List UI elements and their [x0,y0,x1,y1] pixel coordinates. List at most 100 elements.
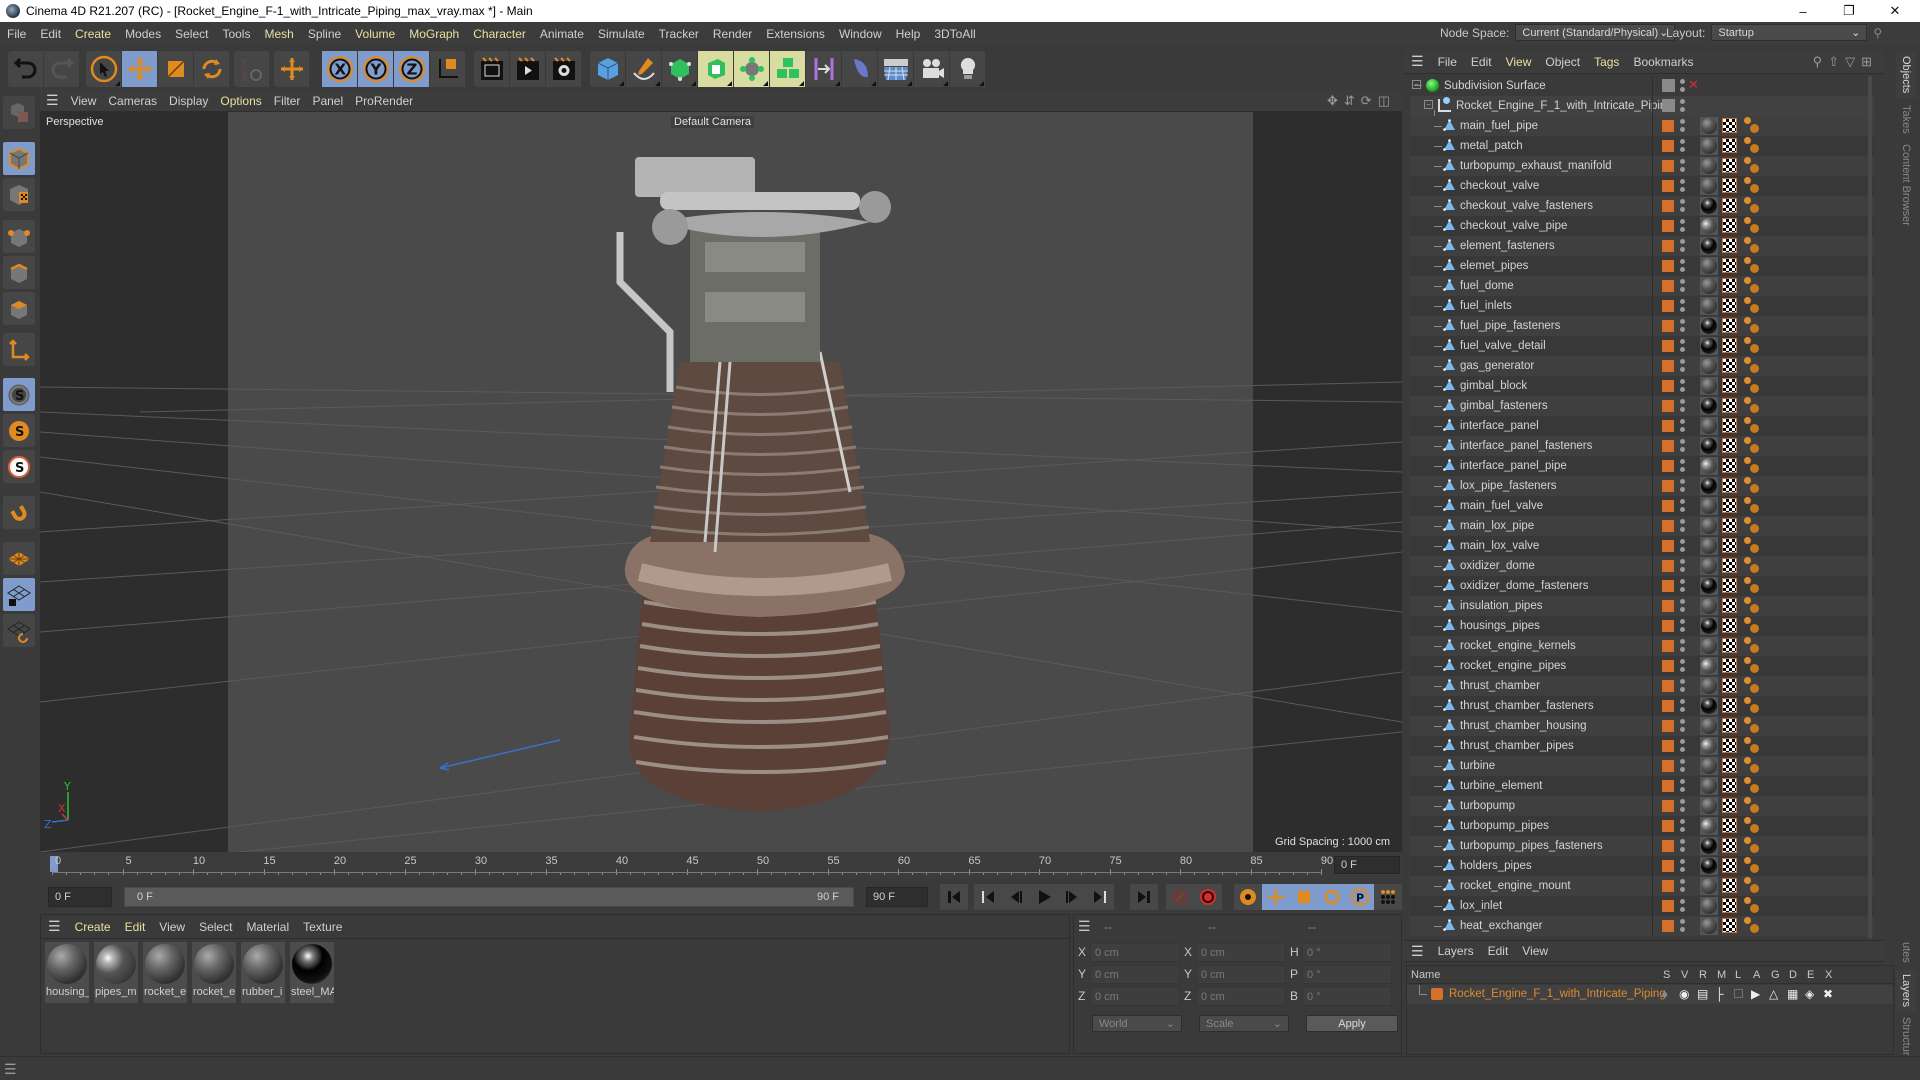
object-row[interactable]: holders_pipes [1410,856,1874,876]
uvw-tag-icon[interactable] [1722,658,1737,673]
uvw-tag-icon[interactable] [1722,458,1737,473]
object-row-group[interactable]: − Rocket_Engine_F_1_with_Intricate_Pipin… [1410,96,1874,116]
rotation-field[interactable]: 0 ° [1302,943,1392,962]
visibility-dots[interactable] [1680,138,1685,154]
uvw-tag-icon[interactable] [1722,198,1737,213]
uvw-tag-icon[interactable] [1722,358,1737,373]
material-swatch[interactable]: housing_ [45,942,89,1003]
undo-button[interactable] [8,51,44,87]
disabled-x-icon[interactable]: ✕ [1688,77,1699,93]
material-tag-icon[interactable] [1700,397,1718,415]
uvw-tag-icon[interactable] [1722,638,1737,653]
position-field[interactable]: 0 cm [1090,965,1180,984]
uvw-tag-icon[interactable] [1722,278,1737,293]
layer-color-swatch[interactable] [1662,820,1674,832]
menu-mograph[interactable]: MoGraph [402,27,466,41]
key-pla-button[interactable] [1374,884,1402,910]
layer-color-swatch[interactable] [1662,420,1674,432]
visibility-dots[interactable] [1680,278,1685,294]
layer-color-swatch[interactable] [1662,720,1674,732]
visibility-dots[interactable] [1680,318,1685,334]
uvw-tag-icon[interactable] [1722,718,1737,733]
object-row[interactable]: checkout_valve_fasteners [1410,196,1874,216]
close-button[interactable]: ✕ [1872,0,1918,22]
phong-tag-icon[interactable] [1744,877,1760,895]
goto-end-button[interactable] [1130,884,1158,910]
material-tag-icon[interactable] [1700,197,1718,215]
phong-tag-icon[interactable] [1744,437,1760,455]
object-row[interactable]: turbine [1410,756,1874,776]
visibility-dots[interactable] [1680,258,1685,274]
object-row[interactable]: main_fuel_valve [1410,496,1874,516]
visibility-dots[interactable] [1680,518,1685,534]
visibility-dots[interactable] [1680,778,1685,794]
material-tag-icon[interactable] [1700,637,1718,655]
animation-play-icon[interactable]: ▶ [1751,987,1760,1001]
visibility-dots[interactable] [1680,458,1685,474]
object-row[interactable]: lox_inlet [1410,896,1874,916]
layer-menu-view[interactable]: View [1515,944,1555,958]
menu-render[interactable]: Render [706,27,759,41]
material-menu-select[interactable]: Select [192,920,239,934]
object-row[interactable]: thrust_chamber_housing [1410,716,1874,736]
uvw-tag-icon[interactable] [1722,418,1737,433]
object-row[interactable]: turbopump_pipes_fasteners [1410,836,1874,856]
object-row[interactable]: rocket_engine_pipes [1410,656,1874,676]
material-tag-icon[interactable] [1700,257,1718,275]
uvw-tag-icon[interactable] [1722,758,1737,773]
layer-color-swatch[interactable] [1662,840,1674,852]
rotate-view-icon[interactable]: ⟳ [1361,93,1378,108]
layer-color-swatch[interactable] [1662,920,1674,932]
object-row[interactable]: fuel_valve_detail [1410,336,1874,356]
mograph-cloner-button[interactable] [734,51,770,87]
object-row[interactable]: housings_pipes [1410,616,1874,636]
material-tag-icon[interactable] [1700,317,1718,335]
menu-tools[interactable]: Tools [215,27,257,41]
pen-button[interactable] [626,51,662,87]
visibility-dots[interactable] [1680,378,1685,394]
layer-color-swatch[interactable] [1662,220,1674,232]
viewport-menu-options[interactable]: Options [214,94,267,108]
current-frame-field[interactable]: 0 F [1334,856,1400,874]
uvw-tag-icon[interactable] [1722,898,1737,913]
uvw-tag-icon[interactable] [1722,798,1737,813]
layer-color-swatch[interactable] [1662,500,1674,512]
workplane-button[interactable] [3,542,35,575]
camera-button[interactable] [914,51,950,87]
key-position-button[interactable] [1262,884,1290,910]
visibility-dots[interactable] [1680,698,1685,714]
material-tag-icon[interactable] [1700,437,1718,455]
phong-tag-icon[interactable] [1744,737,1760,755]
timeline-ruler[interactable]: 0 5 10 15 20 25 30 35 40 45 50 55 60 65 70 75 80 85 90 0 F [40,853,1402,879]
phong-tag-icon[interactable] [1744,717,1760,735]
phong-tag-icon[interactable] [1744,797,1760,815]
object-row[interactable]: turbine_element [1410,776,1874,796]
start-frame-field[interactable]: 0 F [48,887,112,907]
uvw-tag-icon[interactable] [1722,518,1737,533]
tweak-mode-button[interactable] [3,496,35,529]
uvw-tag-icon[interactable] [1722,498,1737,513]
hamburger-menu-icon[interactable]: ☰ [1078,918,1091,935]
phong-tag-icon[interactable] [1744,317,1760,335]
rotate-tool-button[interactable] [194,51,230,87]
editor-toggle-icon[interactable] [1662,99,1675,112]
visibility-dots[interactable] [1680,798,1685,814]
subdivision-button[interactable] [662,51,698,87]
material-menu-create[interactable]: Create [68,920,118,934]
locked-workplane-button[interactable] [3,578,35,611]
viewport-menu-filter[interactable]: Filter [268,94,307,108]
visibility-dots[interactable] [1680,418,1685,434]
phong-tag-icon[interactable] [1744,537,1760,555]
material-tag-icon[interactable] [1700,837,1718,855]
material-tag-icon[interactable] [1700,817,1718,835]
visibility-dots[interactable] [1680,718,1685,734]
phong-tag-icon[interactable] [1744,897,1760,915]
uvw-tag-icon[interactable] [1722,158,1737,173]
material-tag-icon[interactable] [1700,597,1718,615]
camera-label[interactable]: Default Camera [671,116,755,128]
uvw-tag-icon[interactable] [1722,678,1737,693]
visibility-dots[interactable] [1680,298,1685,314]
layer-color-swatch[interactable] [1662,180,1674,192]
layer-color-swatch[interactable] [1662,600,1674,612]
material-tag-icon[interactable] [1700,297,1718,315]
